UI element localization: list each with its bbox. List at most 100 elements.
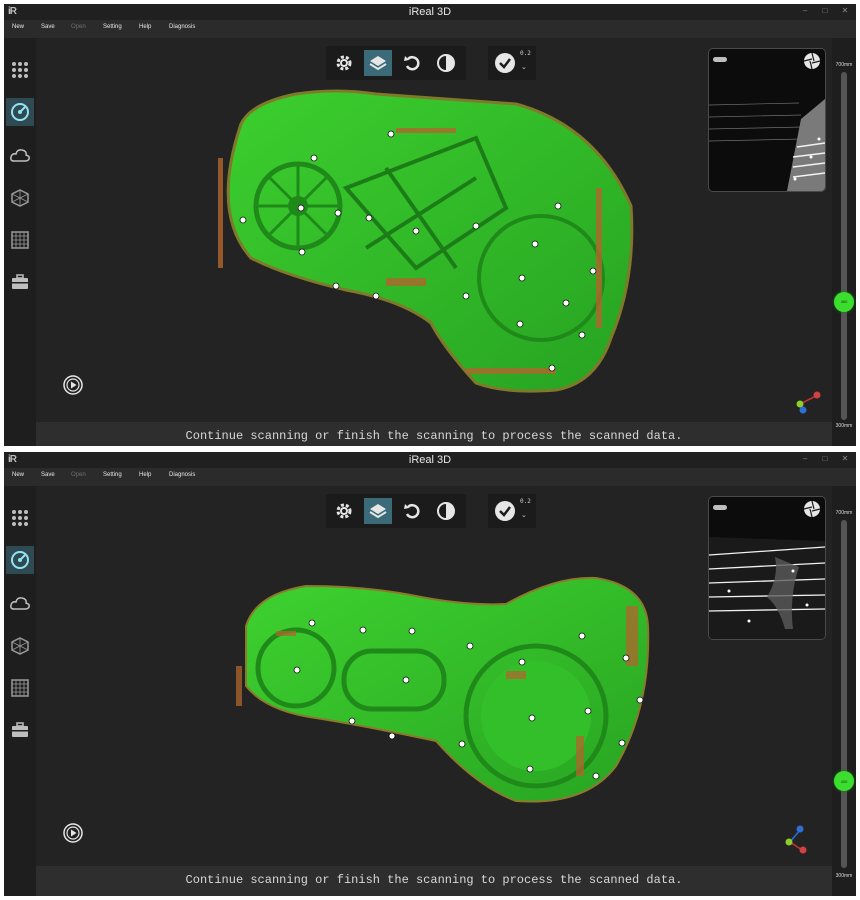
distance-min-label: 300mm (835, 873, 853, 879)
menu-open[interactable]: Open (71, 24, 86, 30)
scan-icon (11, 551, 29, 569)
grid-dots-icon (12, 62, 28, 78)
menu-save[interactable]: Save (41, 472, 55, 478)
check-icon (495, 53, 515, 73)
close-button[interactable]: ✕ (840, 6, 850, 15)
sidebar-item-toolbox[interactable] (6, 268, 34, 296)
chevron-down-icon: ⌄ (521, 64, 527, 71)
axis-gizmo (796, 391, 821, 414)
contrast-button[interactable] (432, 498, 460, 524)
mesh-icon (11, 189, 29, 207)
menu-diagnosis[interactable]: Diagnosis (169, 472, 195, 478)
sidebar-item-markers[interactable] (6, 504, 34, 532)
maximize-button[interactable]: □ (820, 454, 830, 463)
distance-max-label: 700mm (835, 510, 853, 516)
sidebar-item-grid[interactable] (6, 226, 34, 254)
status-bar: Continue scanning or finish the scanning… (36, 866, 832, 896)
view-toolbar (326, 46, 466, 80)
minimize-button[interactable]: – (800, 454, 810, 463)
axis-gizmo (785, 825, 807, 854)
view-toolbar (326, 494, 466, 528)
play-icon (63, 375, 83, 395)
menu-setting[interactable]: Setting (103, 472, 122, 478)
menu-setting[interactable]: Setting (103, 24, 122, 30)
resolution-selector[interactable]: 0.2 ⌄ (488, 46, 536, 80)
grid-icon (11, 679, 29, 697)
distance-indicator[interactable]: 460 (834, 291, 854, 312)
undo-icon (404, 503, 420, 519)
status-bar: Continue scanning or finish the scanning… (36, 422, 832, 446)
sidebar-item-toolbox[interactable] (6, 716, 34, 744)
menu-bar: New Save Open Setting Help Diagnosis (4, 20, 856, 38)
distance-track (841, 72, 847, 420)
layers-button[interactable] (364, 50, 392, 76)
grid-dots-icon (12, 510, 28, 526)
viewport[interactable]: 0.2 ⌄ (36, 486, 832, 866)
chevron-down-icon: ⌄ (521, 512, 527, 519)
scan-icon (11, 103, 29, 121)
app-window-1: iR iReal 3D – □ ✕ New Save Open Setting … (4, 4, 856, 446)
undo-button[interactable] (398, 50, 426, 76)
distance-min-label: 300mm (835, 423, 853, 429)
check-icon (495, 501, 515, 521)
camera-feed (709, 99, 825, 191)
toolbox-icon (12, 274, 28, 289)
cloud-icon (10, 149, 30, 162)
play-icon (63, 823, 83, 843)
minimize-button[interactable]: – (800, 6, 810, 15)
layers-icon (369, 504, 387, 519)
menu-new[interactable]: New (12, 472, 24, 478)
sidebar-item-cloud[interactable] (6, 590, 34, 618)
resolution-selector[interactable]: 0.2 ⌄ (488, 494, 536, 528)
sidebar-item-scan[interactable] (6, 98, 34, 126)
status-message: Continue scanning or finish the scanning… (185, 429, 683, 443)
contrast-button[interactable] (432, 50, 460, 76)
gear-icon (336, 55, 352, 71)
sidebar-item-markers[interactable] (6, 56, 34, 84)
play-button[interactable] (62, 822, 84, 849)
sidebar-item-cloud[interactable] (6, 142, 34, 170)
menu-bar: New Save Open Setting Help Diagnosis (4, 468, 856, 486)
distance-max-label: 700mm (835, 62, 853, 68)
sidebar-item-scan[interactable] (6, 546, 34, 574)
distance-value: 460 (840, 299, 848, 305)
settings-button[interactable] (330, 498, 358, 524)
menu-new[interactable]: New (12, 24, 24, 30)
sidebar (4, 38, 36, 446)
window-title: iReal 3D (408, 454, 452, 466)
cloud-icon (10, 597, 30, 610)
sidebar (4, 486, 36, 896)
title-bar: iR iReal 3D – □ ✕ (4, 452, 856, 468)
distance-value: 400 (840, 778, 848, 784)
layers-icon (369, 56, 387, 71)
sidebar-item-mesh[interactable] (6, 184, 34, 212)
undo-icon (404, 55, 420, 71)
menu-help[interactable]: Help (139, 24, 151, 30)
grid-icon (11, 231, 29, 249)
menu-save[interactable]: Save (41, 24, 55, 30)
app-window-2: iR iReal 3D – □ ✕ New Save Open Setting … (4, 452, 856, 896)
toolbox-icon (12, 722, 28, 737)
sidebar-item-mesh[interactable] (6, 632, 34, 660)
viewport[interactable]: 0.2 ⌄ (36, 38, 832, 422)
camera-preview (708, 496, 826, 640)
distance-panel: 700mm 460 300mm (832, 38, 856, 446)
undo-button[interactable] (398, 498, 426, 524)
mesh-icon (11, 637, 29, 655)
menu-help[interactable]: Help (139, 472, 151, 478)
distance-indicator[interactable]: 400 (834, 771, 854, 791)
distance-track (841, 520, 847, 868)
maximize-button[interactable]: □ (820, 6, 830, 15)
contrast-icon (437, 502, 455, 520)
camera-preview (708, 48, 826, 192)
window-title: iReal 3D (408, 6, 452, 18)
close-button[interactable]: ✕ (840, 454, 850, 463)
menu-diagnosis[interactable]: Diagnosis (169, 24, 195, 30)
sidebar-item-grid[interactable] (6, 674, 34, 702)
menu-open[interactable]: Open (71, 472, 86, 478)
settings-button[interactable] (330, 50, 358, 76)
resolution-value: 0.2 (520, 50, 531, 57)
play-button[interactable] (62, 374, 84, 401)
status-message: Continue scanning or finish the scanning… (185, 873, 683, 887)
layers-button[interactable] (364, 498, 392, 524)
